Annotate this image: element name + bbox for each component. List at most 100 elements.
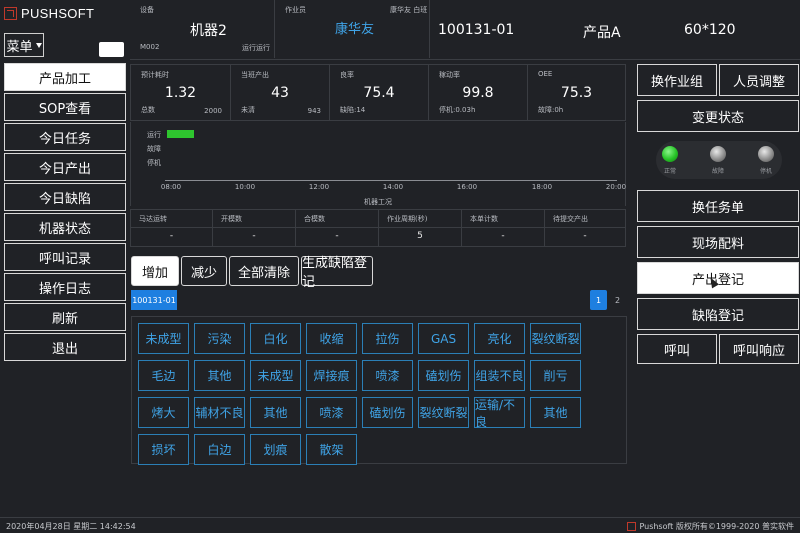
nav-item-logout[interactable]: 退出 (4, 333, 126, 361)
pushsoft-logo-icon (4, 7, 17, 20)
timeline-row-fault: 故障 (147, 145, 161, 153)
menu-dropdown[interactable]: 菜单 (4, 33, 44, 57)
nav-item-today-defects[interactable]: 今日缺陷 (4, 183, 126, 211)
page-2-button[interactable]: 2 (609, 290, 626, 310)
nav-item-sop[interactable]: SOP查看 (4, 93, 126, 121)
timeline-row-stop: 停机 (147, 159, 161, 167)
change-state-button[interactable]: 变更状态 (637, 100, 799, 132)
defect-button[interactable]: 拉伤 (362, 323, 413, 354)
brand-name: PUSHSOFT (21, 6, 95, 21)
defect-button[interactable]: 其他 (530, 397, 581, 428)
defect-button[interactable]: 损坏 (138, 434, 189, 465)
nav-item-refresh[interactable]: 刷新 (4, 303, 126, 331)
nav-item-operation-log[interactable]: 操作日志 (4, 273, 126, 301)
defect-button[interactable]: 裂纹断裂 (530, 323, 581, 354)
nav-item-machine-status[interactable]: 机器状态 (4, 213, 126, 241)
nav-item-today-tasks[interactable]: 今日任务 (4, 123, 126, 151)
product-spec: 60*120 (684, 22, 736, 38)
timeline-tick: 18:00 (531, 183, 553, 191)
status-bar: 2020年04月28日 星期二 14:42:54 Pushsoft 版权所有©1… (0, 517, 800, 533)
device-cell[interactable]: 设备 机器2 M002 运行运行 (130, 0, 275, 58)
defect-button[interactable]: 其他 (194, 360, 245, 391)
decrease-button[interactable]: 减少 (181, 256, 227, 286)
brand-logo: PUSHSOFT (4, 6, 94, 21)
defect-button[interactable]: 裂纹断裂 (418, 397, 469, 428)
onsite-material-button[interactable]: 现场配料 (637, 226, 799, 258)
timeline-tick: 08:00 (160, 183, 182, 191)
call-response-button[interactable]: 呼叫响应 (719, 334, 799, 364)
product-name: 产品A (583, 25, 621, 41)
defect-button[interactable]: 未成型 (138, 323, 189, 354)
defect-button[interactable]: 烤大 (138, 397, 189, 428)
order-cell: 100131-01 产品A 60*120 (430, 0, 800, 58)
nav-item-call-records[interactable]: 呼叫记录 (4, 243, 126, 271)
output-register-button[interactable]: 产出登记 (637, 262, 799, 294)
stat-utilization: 稼动率 99.8 停机:0.03h (429, 65, 528, 120)
operator-cell[interactable]: 作业员 康华友 白班 康华友 (275, 0, 430, 58)
increase-button[interactable]: 增加 (131, 256, 179, 286)
defect-button[interactable]: 磕划伤 (362, 397, 413, 428)
status-light-fault[interactable]: 故障 (710, 146, 726, 175)
operator-shift: 康华友 白班 (390, 6, 428, 14)
defect-button[interactable]: 污染 (194, 323, 245, 354)
defect-grid: 未成型 污染 白化 收缩 拉伤 GAS 亮化 裂纹断裂 毛边 其他 未成型 焊接痕 喷漆 磕划伤 组装不良削… (131, 316, 627, 465)
timeline-axis (165, 180, 617, 181)
device-code: M002 (140, 43, 160, 51)
operator-name: 康华友 (335, 22, 375, 37)
defect-button[interactable]: 散架 (306, 434, 357, 465)
copyright: Pushsoft 版权所有©1999-2020 普实软件 (627, 521, 794, 532)
defect-order-tab[interactable]: 100131-01 (131, 290, 177, 310)
stat-oee: OEE 75.3 故障:0h (538, 70, 593, 114)
defect-button[interactable]: GAS (418, 323, 469, 354)
device-label: 设备 (140, 6, 154, 14)
sidebar-nav: 产品加工 SOP查看 今日任务 今日产出 今日缺陷 机器状态 呼叫记录 操作日志… (4, 63, 126, 363)
defect-button[interactable]: 其他 (250, 397, 301, 428)
change-group-button[interactable]: 换作业组 (637, 64, 717, 96)
defect-button[interactable]: 毛边 (138, 360, 189, 391)
generate-defect-button[interactable]: 生成缺陷登记 (301, 256, 373, 290)
counter-cycle: 作业周期(秒) 5 (379, 210, 462, 246)
timeline-tick: 12:00 (308, 183, 330, 191)
timeline-run-bar (167, 130, 194, 138)
defect-button[interactable]: 白化 (250, 323, 301, 354)
stats-panel: 预计耗时 1.32 总数 2000 当班产出 43 未清 943 良率 75.4 缺陷:1… (130, 64, 626, 121)
status-light-stop[interactable]: 停机 (758, 146, 774, 175)
device-name: 机器2 (190, 23, 227, 39)
machine-timeline: 运行 故障 停机 08:00 10:00 12:00 14:00 16:00 1… (130, 122, 626, 206)
defect-button[interactable]: 运输/不良 (474, 397, 525, 429)
defect-actions: 增加 减少 全部清除 生成缺陷登记 (131, 256, 373, 290)
switch-task-button[interactable]: 换任务单 (637, 190, 799, 222)
device-state: 运行运行 (242, 44, 270, 52)
defect-button[interactable]: 未成型 (250, 360, 301, 391)
defect-button[interactable]: 白边 (194, 434, 245, 465)
pushsoft-logo-icon (627, 522, 637, 531)
menu-label: 菜单 (6, 39, 33, 55)
defect-button[interactable]: 焊接痕 (306, 360, 357, 391)
status-light-normal[interactable]: 正常 (662, 146, 678, 175)
defect-button[interactable]: 亮化 (474, 323, 525, 354)
defect-button[interactable]: 削亏 (530, 360, 581, 391)
counter-pending: 待提交产出 - (553, 215, 588, 241)
clear-all-button[interactable]: 全部清除 (229, 256, 299, 286)
defect-register-button[interactable]: 缺陷登记 (637, 298, 799, 330)
timeline-row-run: 运行 (147, 131, 161, 139)
nav-item-today-output[interactable]: 今日产出 (4, 153, 126, 181)
stat-yield: 良率 75.4 缺陷:14 (330, 65, 429, 120)
counter-motor: 马达运转 - (131, 210, 213, 246)
call-button[interactable]: 呼叫 (637, 334, 717, 364)
nav-item-product-processing[interactable]: 产品加工 (4, 63, 126, 91)
defect-button[interactable]: 组装不良 (474, 360, 525, 391)
counter-table: 马达运转 - 开模数 - 合模数 - 作业周期(秒) 5 本单计数 - 待提交产出 - (130, 209, 626, 247)
defect-button[interactable]: 磕划伤 (418, 360, 469, 391)
counter-close: 合模数 - (296, 210, 379, 246)
timeline-title: 机器工况 (364, 198, 392, 206)
blank-chip[interactable] (99, 42, 124, 57)
timeline-tick: 20:00 (605, 183, 627, 191)
defect-button[interactable]: 收缩 (306, 323, 357, 354)
defect-button[interactable]: 辅材不良 (194, 397, 245, 428)
defect-button[interactable]: 喷漆 (362, 360, 413, 391)
defect-button[interactable]: 喷漆 (306, 397, 357, 428)
defect-button[interactable]: 划痕 (250, 434, 301, 465)
adjust-staff-button[interactable]: 人员调整 (719, 64, 799, 96)
page-1-button[interactable]: 1 (590, 290, 607, 310)
